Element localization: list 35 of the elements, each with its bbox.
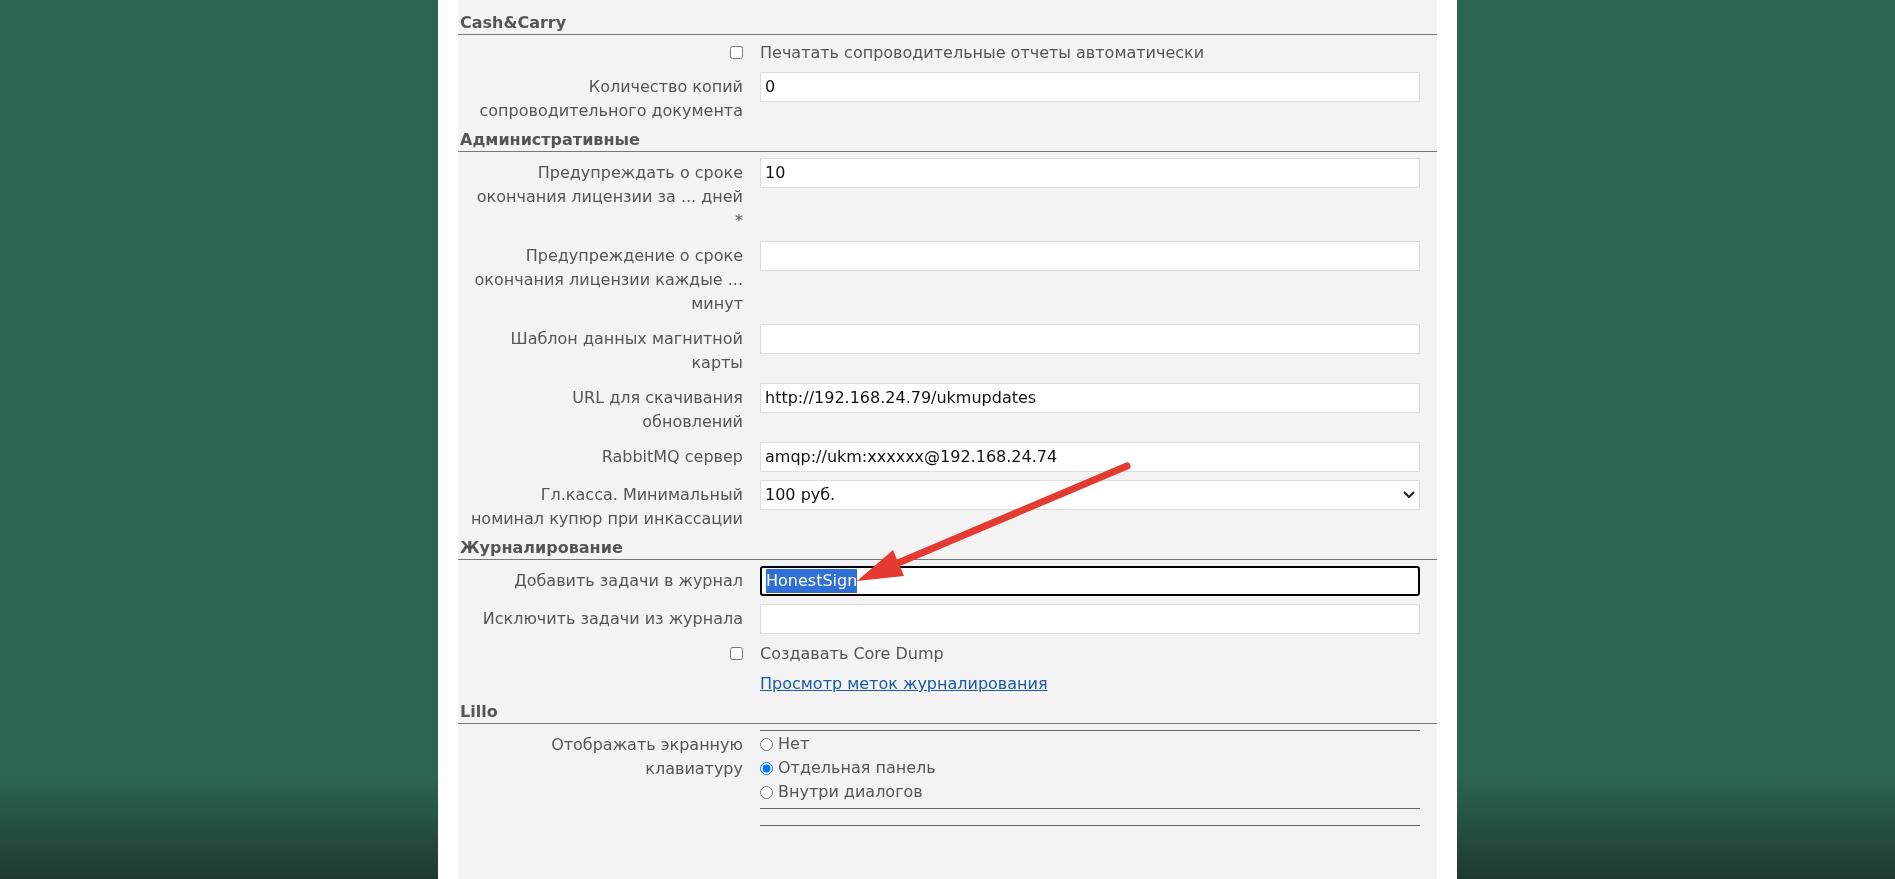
field-label: Отображать экранную клавиатуру xyxy=(550,734,743,780)
radio-label: Внутри диалогов xyxy=(778,781,923,803)
input-field[interactable] xyxy=(760,324,1420,354)
field-label: Гл.касса. Минимальный номинал купюр при инкассации xyxy=(469,484,743,530)
field-label: URL для скачивания обновлений xyxy=(571,387,743,433)
radio-label: Отдельная панель xyxy=(778,757,936,779)
checkbox-label: Печатать сопроводительные отчеты автоматически xyxy=(760,42,1205,64)
radio-button[interactable] xyxy=(760,737,773,751)
field-label: Предупреждение о сроке окончания лицензии каждые ... минут xyxy=(473,245,743,315)
radio-label: Нет xyxy=(778,733,810,755)
input-field[interactable]: 10 xyxy=(760,158,1420,188)
input-field[interactable]: http://192.168.24.79/ukmupdates xyxy=(760,383,1420,413)
section-header: Административные xyxy=(458,129,1437,152)
field-label: Количество копий сопроводительного документа xyxy=(478,76,743,122)
field-label: Предупреждать о сроке окончания лицензии за ... дней * xyxy=(475,162,743,232)
radio-button[interactable] xyxy=(760,761,773,775)
field-label: Добавить задачи в журнал xyxy=(513,570,743,592)
input-field[interactable] xyxy=(760,241,1420,271)
checkbox-label: Создавать Core Dump xyxy=(760,643,944,665)
checkbox[interactable] xyxy=(730,647,743,660)
dropdown[interactable]: 100 руб. xyxy=(760,480,1420,510)
radio-button[interactable] xyxy=(760,785,773,799)
input-field[interactable]: HonestSign xyxy=(760,566,1420,596)
logging-tags-link[interactable]: Просмотр меток журналирования xyxy=(760,674,1048,693)
checkbox[interactable] xyxy=(730,46,743,59)
input-field[interactable]: 0 xyxy=(760,72,1420,102)
input-field[interactable] xyxy=(760,604,1420,634)
field-label: Исключить задачи из журнала xyxy=(481,608,743,630)
section-header: Cash&Carry xyxy=(458,12,1437,35)
section-header: Lillo xyxy=(458,701,1437,724)
field-label: Шаблон данных магнитной карты xyxy=(509,328,743,374)
section-header: Журналирование xyxy=(458,537,1437,560)
field-label: RabbitMQ сервер xyxy=(600,446,743,468)
input-field[interactable]: amqp://ukm:xxxxxx@192.168.24.74 xyxy=(760,442,1420,472)
chevron-down-icon xyxy=(1403,491,1415,499)
